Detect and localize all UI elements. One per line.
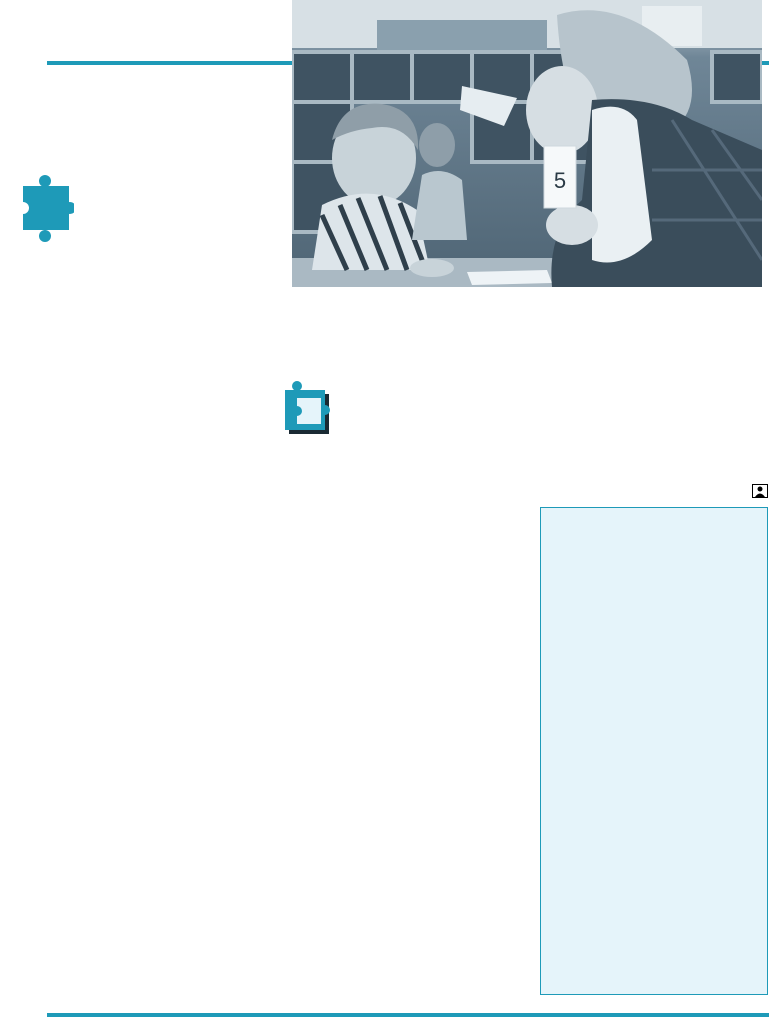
bottom-rule [47, 1013, 769, 1017]
classroom-photo: 5 [292, 0, 762, 287]
puzzle-piece-corner-icon [283, 380, 333, 436]
sidebar-box [540, 507, 768, 995]
flash-card-number: 5 [554, 168, 566, 193]
portrait-photo-icon [752, 484, 768, 498]
puzzle-piece-icon [17, 172, 76, 242]
